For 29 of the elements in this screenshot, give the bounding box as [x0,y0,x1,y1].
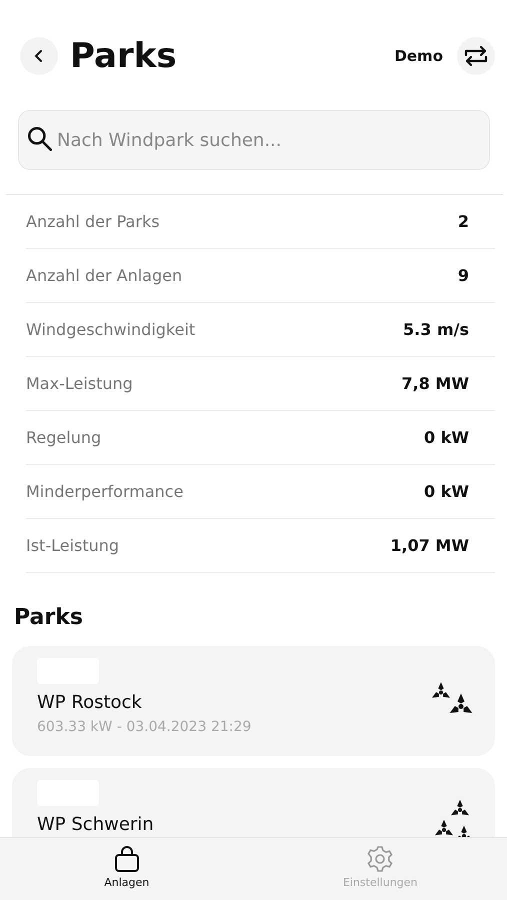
stat-label: Minderperformance [26,482,184,501]
stat-value: 7,8 MW [402,374,469,393]
stat-label: Windgeschwindigkeit [26,320,196,339]
stat-value: 9 [458,266,469,285]
account-label: Demo [394,47,443,65]
stat-value: 0 kW [424,482,469,501]
stat-label: Regelung [26,428,102,447]
tab[interactable]: Anlagen [0,838,254,900]
park-card[interactable]: WP Rostock 603.33 kW - 03.04.2023 21:29 [12,646,495,756]
park-detail: 603.33 kW - 03.04.2023 21:29 [37,719,252,735]
park-name: WP Rostock [37,692,143,713]
page-title: Parks [70,36,178,76]
stat-value: 5.3 m/s [403,320,469,339]
park-name: WP Schwerin [37,814,154,835]
section-heading: Parks [14,605,84,630]
settings-icon [365,844,396,874]
stat-label: Anzahl der Anlagen [26,266,182,285]
stat-label: Ist-Leistung [26,536,120,555]
stat-label: Anzahl der Parks [26,212,160,231]
stat-value: 2 [458,212,469,231]
stat-value: 1,07 MW [390,536,469,555]
stat-label: Max-Leistung [26,374,133,393]
back-button[interactable] [20,37,58,75]
park-card[interactable]: WP Schwerin [12,768,495,837]
switch-button[interactable] [457,37,495,75]
swap-arrows-icon [463,45,489,67]
search-field[interactable]: Nach Windpark suchen... [18,110,490,170]
stat-value: 0 kW [424,428,469,447]
search-icon [28,127,52,151]
